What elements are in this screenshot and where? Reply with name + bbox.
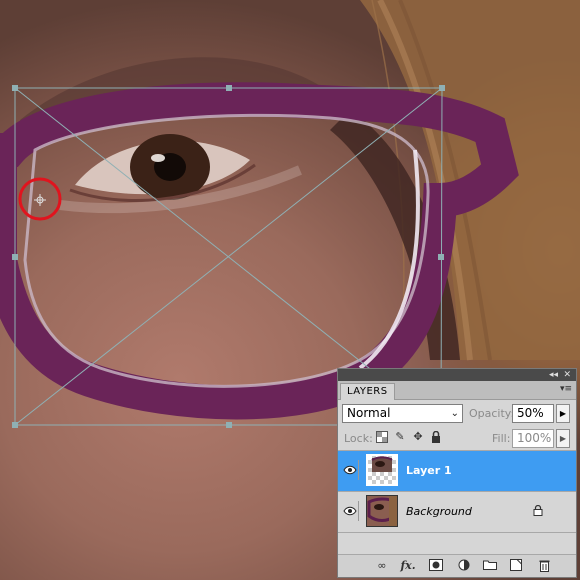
layer-row-layer-1[interactable]: Layer 1 bbox=[338, 451, 576, 492]
adjustment-icon[interactable] bbox=[456, 559, 472, 573]
link-icon[interactable]: ∞ bbox=[374, 559, 390, 573]
lock-image-pixels-icon[interactable]: ✎ bbox=[394, 431, 406, 443]
lock-label: Lock: bbox=[344, 432, 373, 445]
mask-icon[interactable] bbox=[428, 559, 444, 573]
blend-mode-select[interactable]: Normal ⌄ bbox=[342, 404, 463, 423]
blend-mode-value: Normal bbox=[347, 406, 391, 420]
fill-slider-button[interactable]: ▶ bbox=[556, 429, 570, 448]
layer-row-background[interactable]: Background bbox=[338, 492, 576, 533]
lock-all-icon[interactable] bbox=[430, 430, 442, 443]
fx-icon[interactable]: fx. bbox=[400, 559, 416, 573]
eye-icon bbox=[343, 506, 357, 516]
new-layer-icon[interactable] bbox=[508, 559, 524, 573]
panel-titlebar[interactable]: ◂◂ ✕ bbox=[338, 369, 576, 381]
chevron-down-icon: ⌄ bbox=[450, 408, 459, 419]
eye-icon bbox=[343, 465, 357, 475]
trash-icon[interactable] bbox=[536, 559, 552, 573]
lock-transparent-icon[interactable] bbox=[376, 431, 388, 443]
layers-list: Layer 1 Background bbox=[338, 451, 576, 556]
lock-icon bbox=[533, 504, 543, 519]
reference-point-icon bbox=[34, 194, 46, 206]
tab-layers[interactable]: LAYERS bbox=[340, 383, 395, 400]
fill-input[interactable]: 100% bbox=[512, 429, 554, 448]
blend-row: Normal ⌄ Opacity: 50% ▶ bbox=[338, 400, 576, 426]
layer-name[interactable]: Layer 1 bbox=[406, 464, 452, 477]
visibility-toggle[interactable] bbox=[342, 501, 359, 521]
fill-label: Fill: bbox=[492, 432, 511, 445]
layer-name[interactable]: Background bbox=[406, 505, 472, 518]
lock-position-icon[interactable]: ✥ bbox=[412, 431, 424, 443]
layer-thumbnail bbox=[366, 454, 398, 486]
opacity-input[interactable]: 50% bbox=[512, 404, 554, 423]
lock-row: Lock: ✎ ✥ Fill: 100% ▶ bbox=[338, 426, 576, 451]
layers-panel: ◂◂ ✕ LAYERS ▾≡ Normal ⌄ Opacity: 50% ▶ L… bbox=[337, 368, 577, 578]
opacity-label: Opacity: bbox=[469, 407, 515, 420]
panel-tabs: LAYERS ▾≡ bbox=[338, 381, 576, 400]
panel-menu-icon[interactable]: ▾≡ bbox=[560, 384, 572, 394]
collapse-icon[interactable]: ◂◂ bbox=[549, 369, 558, 381]
layers-bottom-toolbar: ∞ fx. bbox=[338, 554, 576, 577]
visibility-toggle[interactable] bbox=[342, 460, 359, 480]
group-icon[interactable] bbox=[482, 559, 498, 573]
layer-thumbnail bbox=[366, 495, 398, 527]
close-icon[interactable]: ✕ bbox=[563, 369, 571, 381]
opacity-slider-button[interactable]: ▶ bbox=[556, 404, 570, 423]
